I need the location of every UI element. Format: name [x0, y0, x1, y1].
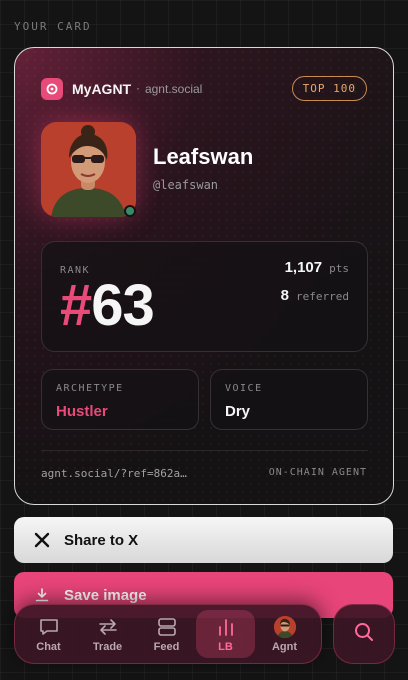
nav-item-agnt[interactable]: Agnt [255, 610, 314, 658]
agent-avatar-icon [273, 615, 296, 638]
search-button[interactable] [333, 604, 395, 664]
agent-card: MyAGNT · agnt.social TOP 100 Leafswan @l… [14, 47, 394, 505]
profile-name: Leafswan [153, 144, 254, 169]
agent-avatar [41, 122, 136, 217]
brand-logo-icon [41, 78, 63, 100]
nav-label-feed: Feed [153, 640, 180, 653]
archetype-panel: ARCHETYPE Hustler [41, 369, 199, 430]
points-stat: 1,107 pts [281, 259, 349, 287]
save-button-label: Save image [64, 586, 147, 604]
nav-item-chat[interactable]: Chat [19, 610, 78, 658]
swap-arrows-icon [97, 616, 119, 638]
nav-label-trade: Trade [92, 640, 123, 653]
rank-panel: RANK #63 1,107 pts 8 referred [41, 241, 368, 352]
points-unit: pts [329, 262, 349, 275]
x-logo-icon [32, 532, 52, 548]
brand-separator: · [136, 82, 140, 96]
chat-icon [38, 616, 60, 638]
leaderboard-icon [215, 616, 237, 638]
brand: MyAGNT · agnt.social [41, 78, 202, 100]
referred-value: 8 [280, 287, 290, 304]
referred-unit: referred [296, 290, 349, 303]
on-chain-tag: ON-CHAIN AGENT [268, 467, 367, 478]
brand-domain: agnt.social [144, 82, 203, 96]
voice-panel: VOICE Dry [210, 369, 368, 430]
online-status-indicator [124, 205, 136, 217]
archetype-label: ARCHETYPE [56, 383, 124, 394]
points-value: 1,107 [284, 259, 323, 276]
voice-label: VOICE [225, 383, 263, 394]
rank-stats: 1,107 pts 8 referred [281, 259, 349, 315]
referral-link[interactable]: agnt.social/?ref=862a… [41, 467, 187, 480]
nav-item-lb[interactable]: LB [196, 610, 255, 658]
share-to-x-button[interactable]: Share to X [14, 517, 393, 563]
nav-label-chat: Chat [36, 640, 61, 653]
archetype-value: Hustler [56, 403, 108, 420]
divider [41, 450, 368, 451]
brand-name: MyAGNT [72, 81, 132, 97]
feed-icon [156, 616, 178, 638]
nav-item-feed[interactable]: Feed [137, 610, 196, 658]
referred-stat: 8 referred [281, 287, 349, 315]
rank-number: 63 [91, 273, 155, 338]
bottom-nav: Chat Trade Feed LB Agnt [14, 604, 322, 664]
avatar [273, 615, 296, 638]
nav-item-trade[interactable]: Trade [78, 610, 137, 658]
profile-handle: @leafswan [153, 178, 219, 192]
search-icon [352, 620, 376, 648]
rank-hash: # [60, 273, 92, 338]
top-badge: TOP 100 [291, 76, 367, 101]
nav-label-agnt: Agnt [271, 640, 298, 653]
rank-value: #63 [60, 272, 155, 339]
share-button-label: Share to X [64, 531, 139, 549]
section-label: YOUR CARD [14, 20, 92, 33]
download-icon [32, 587, 52, 603]
nav-label-lb: LB [218, 640, 233, 653]
voice-value: Dry [225, 403, 251, 420]
